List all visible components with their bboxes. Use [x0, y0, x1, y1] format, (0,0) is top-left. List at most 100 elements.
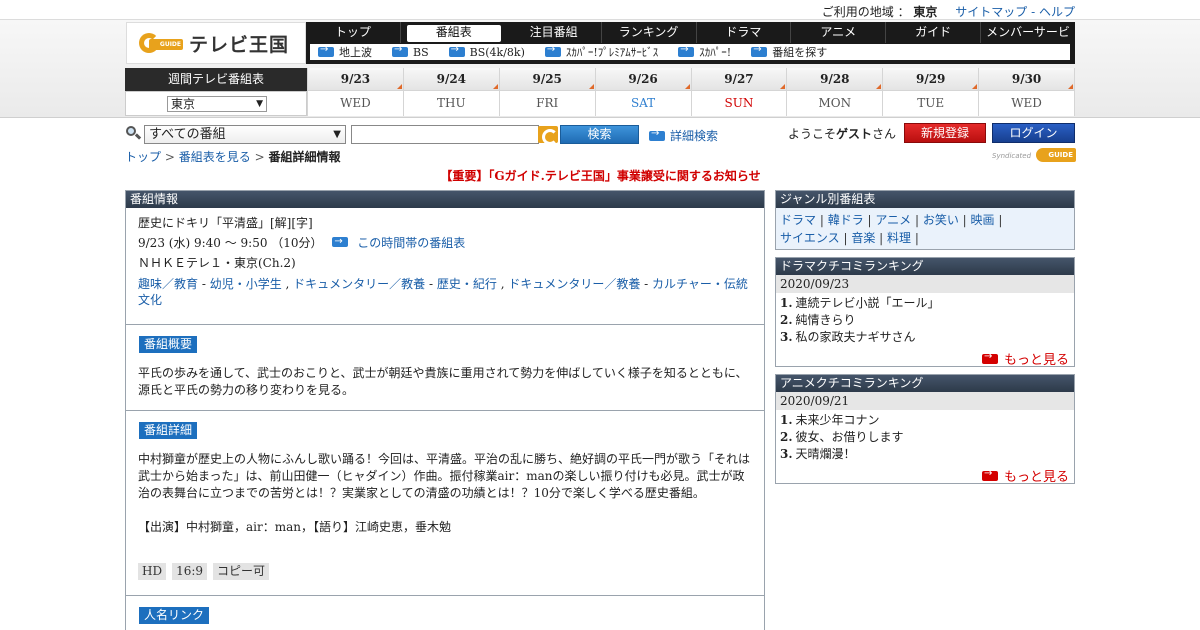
sidebar-genre-link[interactable]: お笑い	[923, 213, 959, 227]
search-button[interactable]: 検索	[560, 125, 639, 144]
ranking-title-link[interactable]: 天晴爛漫！	[796, 447, 856, 461]
drama-more-link[interactable]: もっと見る	[981, 349, 1069, 368]
day-column[interactable]: 9/29 TUE	[882, 68, 979, 116]
anime-ranking-header: アニメクチコミランキング	[776, 375, 1074, 392]
login-button[interactable]: ログイン	[992, 123, 1075, 143]
gguide-search-icon	[538, 126, 558, 145]
nav-tab-2[interactable]: 注目番組	[507, 22, 602, 43]
ranking-title-link[interactable]: 純情きらり	[796, 313, 856, 327]
genre-schedule-box: ジャンル別番組表 ドラマ | 韓ドラ | アニメ | お笑い | 映画 | サイ…	[775, 190, 1075, 250]
day-of-week: WED	[1011, 96, 1042, 110]
format-badge: HD	[138, 563, 167, 580]
welcome-message: ようこそゲストさん	[788, 127, 897, 141]
sidebar-genre-link[interactable]: サイエンス	[780, 231, 840, 245]
day-date[interactable]: 9/30	[979, 68, 1074, 91]
day-of-week: SAT	[630, 96, 656, 110]
genre-separator: ,	[496, 277, 509, 291]
anime-ranking-list: 1. 未来少年コナン 2. 彼女、お借りします 3. 天晴爛漫！	[776, 410, 1074, 463]
program-genres: 趣味／教育 - 幼児・小学生 , ドキュメンタリー／教養 - 歴史・紀行 , ド…	[138, 276, 752, 308]
day-date[interactable]: 9/25	[499, 68, 595, 91]
subnav-item-4[interactable]: ｽｶﾊﾟｰ!	[678, 44, 731, 60]
nav-tab-3[interactable]: ランキング	[602, 22, 697, 43]
genre-link[interactable]: 幼児・小学生	[210, 277, 282, 291]
arrow-right-icon	[649, 128, 665, 141]
ranking-item: 1. 未来少年コナン	[780, 412, 1070, 429]
advanced-search-link[interactable]: 詳細検索	[649, 127, 718, 144]
day-column[interactable]: 9/30 WED	[978, 68, 1075, 116]
day-column[interactable]: 9/25 FRI	[498, 68, 595, 116]
day-column[interactable]: 9/27 SUN	[690, 68, 787, 116]
arrow-right-icon	[318, 44, 334, 57]
day-of-week: MON	[818, 96, 852, 110]
ranking-title-link[interactable]: 連続テレビ小説「エール」	[796, 296, 940, 310]
detail-label: 番組詳細	[139, 422, 198, 439]
sidebar-genre-link[interactable]: 音楽	[851, 231, 875, 245]
rank-number: 3.	[780, 330, 793, 344]
nav-tab-0[interactable]: トップ	[306, 22, 401, 43]
subnav-label: ｽｶﾊﾟｰ!	[699, 46, 732, 59]
dropdown-arrow-icon: ▼	[333, 129, 341, 140]
anime-more-link[interactable]: もっと見る	[981, 466, 1069, 485]
search-input[interactable]	[351, 125, 539, 144]
program-time-row: 9/23 (水) 9:40 ～ 9:50 （10分） この時間帯の番組表	[138, 234, 752, 251]
important-notice-link[interactable]: 【重要】「Gガイド.テレビ王国」事業譲受に関するお知らせ	[0, 167, 1200, 184]
breadcrumb-schedule[interactable]: 番組表を見る	[179, 150, 251, 164]
subnav-item-2[interactable]: BS(4k/8k)	[448, 44, 525, 59]
category-select-value: すべての番組	[149, 127, 226, 142]
day-date[interactable]: 9/23	[308, 68, 403, 91]
region-value: 東京	[913, 5, 938, 19]
genre-divider: |	[911, 213, 923, 227]
ranking-title-link[interactable]: 彼女、お借りします	[796, 430, 904, 444]
category-select[interactable]: すべての番組 ▼	[144, 125, 346, 144]
day-column[interactable]: 9/24 THU	[402, 68, 499, 116]
advanced-search-label: 詳細検索	[670, 129, 719, 143]
ranking-title-link[interactable]: 私の家政夫ナギサさん	[796, 330, 916, 344]
subnav-item-5[interactable]: 番組を探す	[751, 44, 827, 60]
day-column[interactable]: 9/28 MON	[786, 68, 883, 116]
nav-tab-4[interactable]: ドラマ	[697, 22, 792, 43]
sidebar-genre-link[interactable]: 韓ドラ	[828, 213, 864, 227]
day-column[interactable]: 9/26 SAT	[594, 68, 691, 116]
sidebar-genre-link[interactable]: ドラマ	[780, 213, 816, 227]
genre-link[interactable]: 趣味／教育	[138, 277, 198, 291]
region-select-container: 東京 ▼	[125, 91, 307, 116]
weekly-schedule-title[interactable]: 週間テレビ番組表	[125, 68, 307, 91]
nav-tab-7[interactable]: メンバーサービス	[981, 22, 1075, 60]
rank-number: 2.	[780, 430, 793, 444]
day-date[interactable]: 9/29	[883, 68, 979, 91]
timeslot-schedule-link[interactable]: この時間帯の番組表	[357, 236, 465, 250]
genre-link[interactable]: ドキュメンタリー／教養	[293, 277, 425, 291]
day-date[interactable]: 9/24	[403, 68, 499, 91]
rank-number: 2.	[780, 313, 793, 327]
register-button[interactable]: 新規登録	[904, 123, 986, 143]
subnav-item-3[interactable]: ｽｶﾊﾟｰ!ﾌﾟﾚﾐｱﾑｻｰﾋﾞｽ	[544, 44, 659, 60]
subnav-label: ｽｶﾊﾟｰ!ﾌﾟﾚﾐｱﾑｻｰﾋﾞｽ	[565, 46, 659, 59]
genre-link[interactable]: ドキュメンタリー／教養	[508, 277, 640, 291]
day-column[interactable]: 9/23 WED	[307, 68, 403, 116]
subnav-item-0[interactable]: 地上波	[318, 44, 372, 60]
genre-separator: -	[198, 277, 210, 291]
genre-separator: -	[425, 277, 437, 291]
sitemap-link[interactable]: サイトマップ	[955, 5, 1027, 19]
day-date[interactable]: 9/26	[595, 68, 691, 91]
region-select[interactable]: 東京 ▼	[167, 96, 267, 112]
more-label: もっと見る	[1003, 353, 1069, 368]
nav-tab-5[interactable]: アニメ	[791, 22, 887, 43]
nav-tab-6[interactable]: ガイド	[886, 22, 982, 43]
genre-link[interactable]: 歴史・紀行	[437, 277, 497, 291]
breadcrumb-top[interactable]: トップ	[125, 150, 161, 164]
sidebar-genre-link[interactable]: アニメ	[875, 213, 911, 227]
subnav-item-1[interactable]: BS	[392, 44, 429, 59]
help-link[interactable]: ヘルプ	[1039, 5, 1075, 19]
sidebar-genre-link[interactable]: 映画	[971, 213, 995, 227]
day-date[interactable]: 9/28	[787, 68, 883, 91]
site-logo[interactable]: GUIDE テレビ王国	[126, 22, 306, 64]
sidebar-genre-link[interactable]: 料理	[887, 231, 911, 245]
more-label: もっと見る	[1003, 470, 1069, 485]
day-date[interactable]: 9/27	[691, 68, 787, 91]
arrow-right-icon	[392, 44, 408, 57]
nav-tab-1[interactable]: 番組表	[406, 25, 501, 42]
ranking-title-link[interactable]: 未来少年コナン	[796, 413, 880, 427]
format-badge: 16:9	[172, 563, 208, 580]
subnav-label: 地上波	[339, 46, 372, 59]
